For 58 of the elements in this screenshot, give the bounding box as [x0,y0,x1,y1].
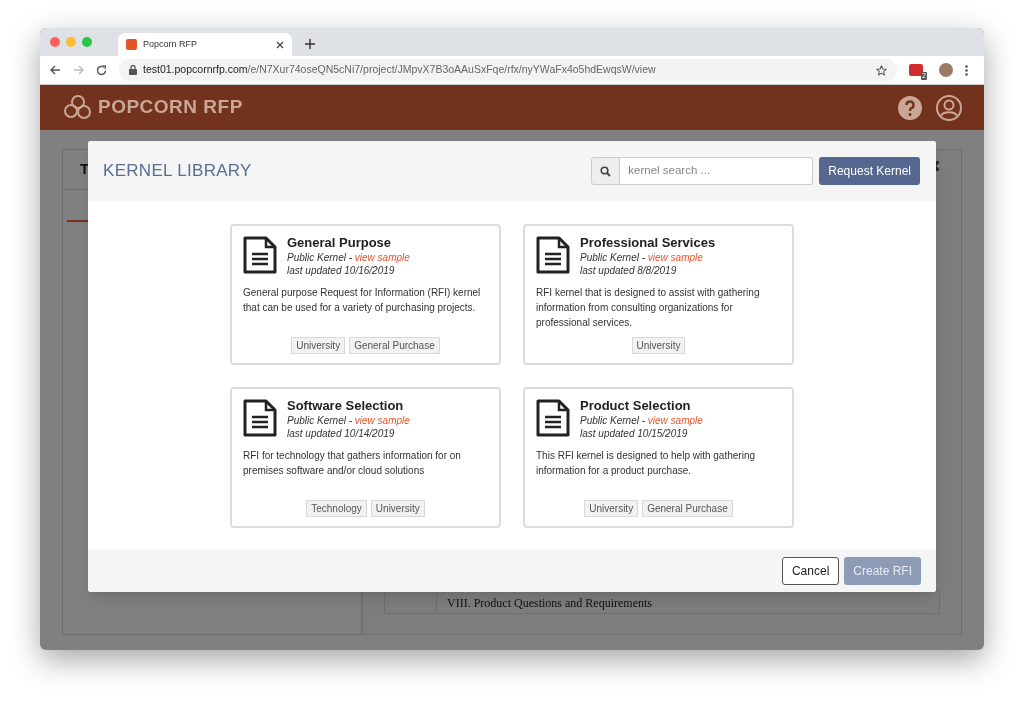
view-sample-link[interactable]: view sample [647,415,703,426]
back-icon[interactable] [50,65,61,75]
kernel-title: Professional Services [580,234,716,251]
logo-text: POPCORN RFP [98,95,243,120]
document-icon [536,236,570,274]
document-icon [243,399,277,437]
kernel-card[interactable]: Software Selection Public Kernel - view sample last updated 10/14/2019 RFI for technology that gathers information for on premises software and/or cloud solutions Technology University [230,387,501,528]
kernel-updated: last updated 10/14/2019 [287,427,396,440]
url-text: test01.popcornrfp.com/e/N7Xur74oseQN5cNi7/project/JMpvX7B3oAAuSxFqe/rfx/nyYWaFx4o5hdEwqsW/view [143,62,657,78]
help-icon[interactable] [898,95,922,120]
new-tab-icon[interactable] [305,39,315,49]
reload-icon[interactable] [96,64,107,76]
browser-tab[interactable]: Popcorn RFP [118,33,292,56]
menu-icon[interactable] [965,64,968,76]
search-field[interactable]: kernel search ... [620,157,814,185]
view-sample-link[interactable]: view sample [354,252,410,263]
kernel-card[interactable] [523,224,794,365]
favicon-icon [126,39,137,50]
kernel-description: General purpose Request for Information (RFI) kernel that can be used for a variety of purchasing projects. [243,286,482,315]
tag: General Purchase [349,337,440,354]
close-tab-icon[interactable] [276,40,284,49]
kernel-description: RFI for technology that gathers information for on premises software and/or cloud solutions [243,449,462,478]
kernel-updated: last updated 10/15/2019 [580,427,689,440]
bookmark-star-icon[interactable] [876,64,887,76]
tag: University [584,500,639,517]
popcorn-logo-icon [62,93,94,122]
kernel-updated: last updated 8/8/2019 [580,264,678,277]
document-icon [536,399,570,437]
profile-avatar[interactable] [939,63,953,77]
document-icon [243,236,277,274]
lock-icon [129,65,137,75]
search-icon [600,165,612,177]
tag: University [370,500,425,517]
kernel-description: RFI kernel that is designed to assist with gathering information from consulting organizations for professional services. [536,286,761,330]
kernel-visibility: Public Kernel - view sample [287,251,410,264]
tag: Technology [306,500,367,517]
kernel-title: Product Selection [580,397,692,414]
url-field[interactable]: test01.popcornrfp.com/e/N7Xur74oseQN5cNi7/project/JMpvX7B3oAAuSxFqe/rfx/nyYWaFx4o5hdEwqsW/view [119,59,897,81]
request-kernel-button[interactable]: Request Kernel [819,157,920,185]
kernel-description: This RFI kernel is designed to help with gathering information for a product purchase. [536,449,756,478]
kernel-card[interactable]: Product Selection Public Kernel - view sample last updated 10/15/2019 This RFI kernel is designed to help with gathering information for a product purchase. University General Purchase [523,387,794,528]
tag: University [291,337,346,354]
kernel-visibility: Public Kernel - view sample [580,414,703,427]
view-sample-link[interactable]: view sample [647,252,703,263]
kernel-title: Software Selection [287,397,405,414]
section-heading: VIII. Product Questions and Requirements [446,595,652,612]
cancel-button[interactable]: Cancel [781,556,840,585]
tag: University [631,337,686,354]
kernel-visibility: Public Kernel - view sample [287,414,410,427]
view-sample-link[interactable]: view sample [354,415,410,426]
kernel-title: General Purpose [287,234,393,251]
modal-title: KERNEL LIBRARY [103,160,252,183]
kernel-updated: last updated 10/16/2019 [287,264,396,277]
kernel-visibility: Public Kernel - view sample [580,251,704,264]
user-icon[interactable] [936,94,962,121]
tab-title: Popcorn RFP [143,37,199,51]
kernel-card[interactable] [230,224,501,365]
tag: General Purchase [642,500,733,517]
